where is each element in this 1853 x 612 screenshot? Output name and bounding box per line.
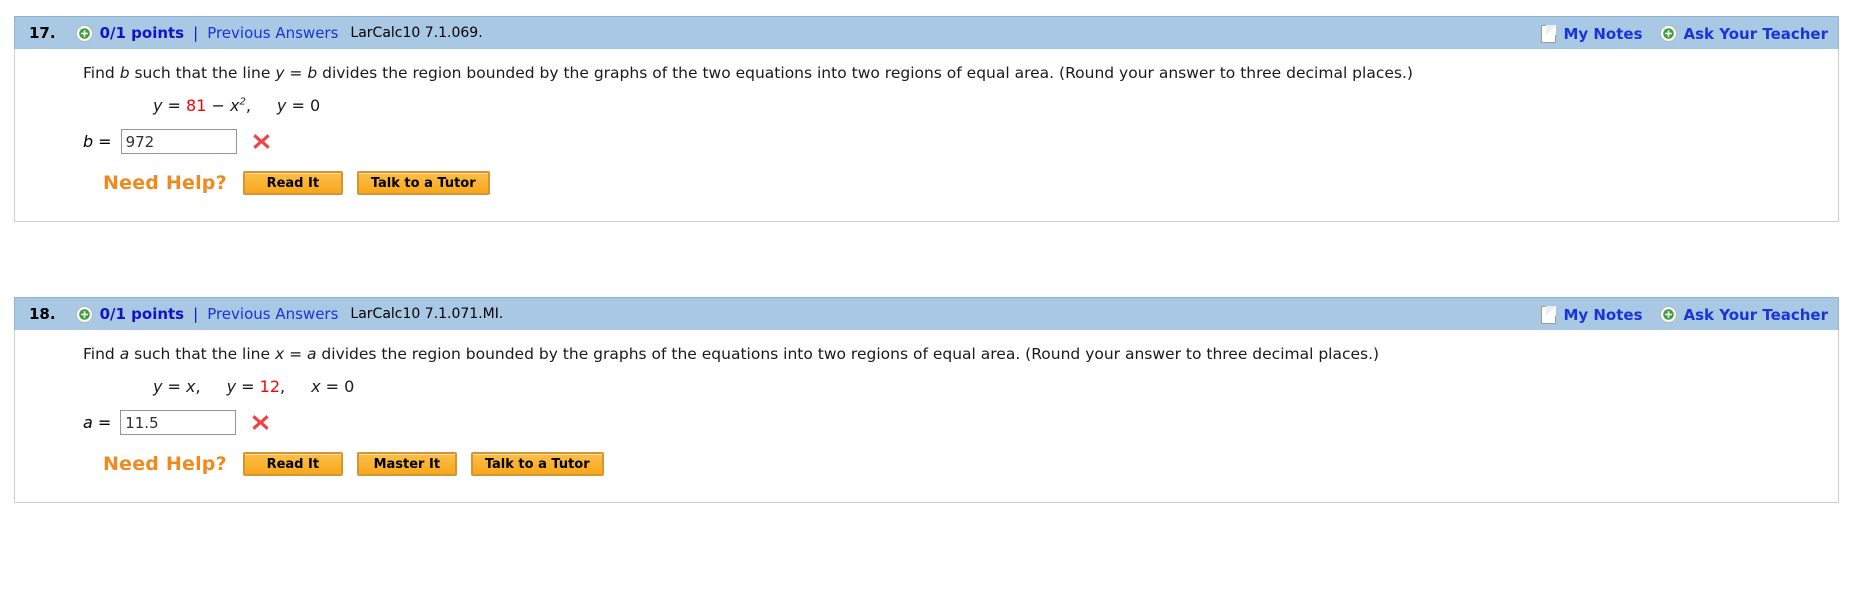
plus-icon[interactable]: [1659, 306, 1677, 323]
red-x-incorrect-icon: [252, 132, 271, 151]
header-actions: My Notes Ask Your Teacher: [1541, 17, 1828, 50]
question-part: Find: [83, 64, 120, 82]
question-variable: x: [274, 345, 285, 363]
problem-number: 17.: [29, 24, 56, 42]
red-x-incorrect-icon: [251, 413, 270, 432]
talk-to-a-tutor-button[interactable]: Talk to a Tutor: [356, 171, 490, 195]
read-it-button[interactable]: Read It: [242, 171, 343, 195]
answer-variable-label: a: [83, 413, 93, 432]
answer-equals-sign: =: [97, 413, 112, 432]
question-part: divides the region bounded by the graphs…: [317, 64, 1413, 82]
read-it-button[interactable]: Read It: [242, 452, 343, 476]
equation-term: x: [311, 377, 321, 396]
question-part: Find: [83, 345, 120, 363]
problem-body-17: Find b such that the line y = b divides …: [14, 49, 1839, 222]
question-part: divides the region bounded by the graphs…: [316, 345, 1380, 363]
question-part: =: [284, 345, 307, 363]
equation-comma: ,: [245, 96, 251, 115]
talk-to-a-tutor-button[interactable]: Talk to a Tutor: [470, 452, 604, 476]
points-label: 0/1 points: [99, 305, 185, 323]
equation-term: x: [186, 377, 196, 396]
header-actions: My Notes Ask Your Teacher: [1541, 298, 1828, 331]
previous-answers-link[interactable]: Previous Answers: [207, 24, 338, 42]
equation-operator: =: [162, 96, 187, 115]
problem-source-id: LarCalc10 7.1.069.: [350, 25, 483, 41]
points-label: 0/1 points: [99, 24, 185, 42]
problem-source-id: LarCalc10 7.1.071.MI.: [350, 306, 504, 322]
question-variable: b: [119, 64, 130, 82]
need-help-row: Need Help? Read It Talk to a Tutor: [15, 171, 1838, 195]
problem-block-18: 18. 0/1 points | Previous Answers LarCal…: [14, 297, 1839, 503]
my-notes-link[interactable]: My Notes: [1563, 25, 1642, 43]
need-help-row: Need Help? Read It Master It Talk to a T…: [15, 452, 1838, 476]
equation-term: y: [276, 96, 287, 115]
plus-icon[interactable]: [75, 305, 93, 323]
need-help-label: Need Help?: [103, 453, 227, 475]
answer-equals-sign: =: [98, 132, 112, 151]
equation-value: 0: [344, 377, 355, 396]
equation-value: 0: [309, 96, 321, 115]
equation-line: y = x, y = 12, x = 0: [15, 377, 1838, 396]
plus-icon[interactable]: [1659, 25, 1677, 42]
answer-variable-label: b: [83, 132, 94, 151]
question-variable: y: [275, 64, 285, 82]
question-part: such that the line: [129, 64, 276, 82]
equation-highlighted-value: 81: [186, 96, 207, 115]
header-separator: |: [193, 24, 199, 42]
note-page-icon[interactable]: [1541, 305, 1557, 324]
answer-input[interactable]: [120, 129, 237, 154]
previous-answers-link[interactable]: Previous Answers: [207, 305, 338, 323]
problem-header-18: 18. 0/1 points | Previous Answers LarCal…: [14, 297, 1839, 330]
ask-your-teacher-link[interactable]: Ask Your Teacher: [1684, 25, 1829, 43]
need-help-label: Need Help?: [103, 172, 227, 194]
equation-highlighted-value: 12: [259, 377, 281, 396]
my-notes-link[interactable]: My Notes: [1563, 306, 1642, 324]
problem-block-17: 17. 0/1 points | Previous Answers LarCal…: [14, 16, 1839, 222]
master-it-button[interactable]: Master It: [356, 452, 457, 476]
equation-term: y: [226, 377, 237, 396]
plus-icon[interactable]: [75, 24, 93, 42]
equation-comma: ,: [280, 377, 286, 396]
equation-operator: =: [320, 377, 345, 396]
header-separator: |: [193, 305, 199, 323]
answer-row: b =: [15, 129, 1838, 154]
question-part: =: [284, 64, 308, 82]
equation-operator: =: [162, 377, 187, 396]
question-text: Find b such that the line y = b divides …: [15, 63, 1838, 83]
assignment-page: 17. 0/1 points | Previous Answers LarCal…: [0, 0, 1853, 612]
note-page-icon[interactable]: [1541, 24, 1557, 43]
equation-comma: ,: [195, 377, 201, 396]
answer-input[interactable]: [120, 410, 237, 435]
problem-number: 18.: [29, 305, 56, 323]
equation-operator: −: [206, 96, 230, 115]
problem-header-17: 17. 0/1 points | Previous Answers LarCal…: [14, 16, 1839, 49]
question-text: Find a such that the line x = a divides …: [15, 344, 1838, 364]
answer-row: a =: [15, 410, 1838, 435]
equation-operator: =: [286, 96, 310, 115]
question-variable: b: [307, 64, 318, 82]
problem-body-18: Find a such that the line x = a divides …: [14, 330, 1839, 503]
equation-line: y = 81 − x2, y = 0: [15, 96, 1838, 115]
question-variable: a: [119, 345, 130, 363]
ask-your-teacher-link[interactable]: Ask Your Teacher: [1684, 306, 1829, 324]
question-part: such that the line: [129, 345, 275, 363]
equation-operator: =: [236, 377, 260, 396]
question-variable: a: [307, 345, 317, 363]
